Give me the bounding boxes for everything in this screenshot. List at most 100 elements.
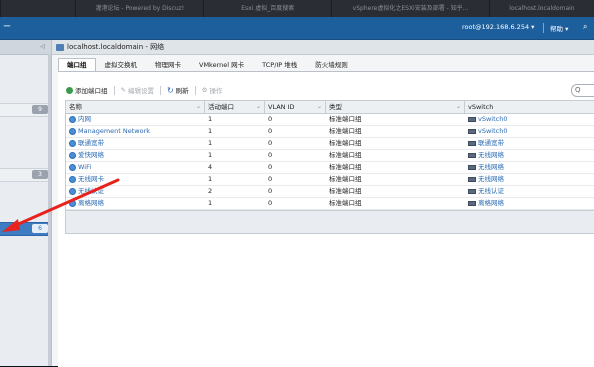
port-group-icon (69, 200, 76, 207)
port-group-link[interactable]: 内网 (78, 114, 91, 125)
vswitch-link[interactable]: vSwitch0 (478, 114, 507, 125)
cell-vswitch: vSwitch0 (465, 114, 594, 125)
cell-vlan-id: 0 (268, 187, 273, 195)
column-header-vswitch[interactable]: vSwitch (465, 101, 594, 113)
cell-type: 标准端口组 (329, 199, 362, 207)
main-panel: localhost.localdomain - 网络 端口组 虚拟交换机 物理网… (52, 40, 594, 367)
toolbar: 添加端口组 ✎ 编辑设置 ↻ 刷新 ⚙ 操作 (66, 84, 222, 96)
vswitch-link[interactable]: 无线网络 (478, 150, 504, 161)
cell-active-ports: 1 (208, 151, 213, 159)
tab-firewall-rules[interactable]: 防火墙规则 (306, 58, 357, 71)
cell-vswitch: 联通宽带 (465, 138, 594, 149)
count-badge: 6 (32, 224, 48, 233)
add-port-group-button[interactable]: 添加端口组 (66, 85, 108, 95)
cell-vswitch: 无线网络 (465, 150, 594, 161)
toolbar-divider (113, 85, 115, 95)
cell-name: 无线认证 (66, 186, 205, 197)
tab-port-groups[interactable]: 端口组 (58, 58, 96, 71)
cell-vlan-id: 0 (268, 127, 273, 135)
tab-vmkernel-nics[interactable]: VMkernel 网卡 (190, 58, 253, 71)
table-row[interactable]: 无线认证 2 0 标准端口组 无线认证 (66, 186, 594, 198)
user-menu[interactable]: root@192.168.6.254 ▾ (462, 23, 534, 31)
table-row[interactable]: 爱快网络 1 0 标准端口组 无线网络 (66, 150, 594, 162)
browser-tab-strip: 灌港论坛 - Powered by Discuz! Esxi 虚拟_百度搜索 v… (0, 0, 594, 17)
vswitch-link[interactable]: 联通宽带 (478, 138, 504, 149)
vswitch-link[interactable]: 离格网络 (478, 198, 504, 209)
search-icon[interactable]: ⌕ (583, 22, 587, 32)
toolbar-divider (194, 85, 196, 95)
table-row[interactable]: 内网 1 0 标准端口组 vSwitch0 (66, 114, 594, 126)
toolbar-divider (159, 85, 161, 95)
column-header-type[interactable]: 类型 ⌄ (326, 101, 465, 113)
cell-type: 标准端口组 (329, 187, 362, 195)
navigator-header: ◁ (0, 40, 51, 55)
port-group-table: 名称 ⌄ 活动端口 ⌄ VLAN ID ⌄ 类型 ⌄ vSwitch 内网 1 0 标准端口组… (65, 100, 594, 234)
vswitch-link[interactable]: 无线网络 (478, 162, 504, 173)
navigator-item-networking[interactable]: 6 (0, 222, 51, 236)
vswitch-icon (468, 117, 476, 122)
header-divider (543, 23, 544, 33)
refresh-button[interactable]: ↻ 刷新 (167, 85, 189, 96)
navigator-item[interactable]: 9 (0, 103, 51, 117)
browser-tab[interactable]: 灌港论坛 - Powered by Discuz! (75, 0, 203, 17)
vswitch-link[interactable]: vSwitch0 (478, 126, 507, 137)
port-group-icon (69, 116, 76, 123)
tab-physical-nics[interactable]: 物理网卡 (146, 58, 190, 71)
chevron-down-icon: ⌄ (255, 103, 261, 110)
count-badge: 3 (32, 170, 48, 179)
vswitch-icon (468, 201, 476, 206)
panel-title-bar: localhost.localdomain - 网络 (52, 40, 594, 55)
tab-bar: 端口组 虚拟交换机 物理网卡 VMkernel 网卡 TCP/IP 堆栈 防火墙… (58, 58, 357, 71)
port-group-link[interactable]: WiFi (78, 162, 91, 173)
browser-tab[interactable]: Esxi 虚拟_百度搜索 (203, 0, 331, 17)
actions-button[interactable]: ⚙ 操作 (202, 85, 223, 95)
cell-vswitch: 无线认证 (465, 186, 594, 197)
navigator-item[interactable]: 3 (0, 168, 51, 182)
add-icon (66, 86, 73, 94)
port-group-link[interactable]: 无线网卡 (78, 174, 104, 185)
column-header-vlan-id[interactable]: VLAN ID ⌄ (265, 101, 326, 113)
vswitch-link[interactable]: 无线认证 (478, 186, 504, 197)
port-group-link[interactable]: 爱快网络 (78, 150, 104, 161)
column-header-active-ports[interactable]: 活动端口 ⌄ (205, 101, 265, 113)
cell-type: 标准端口组 (329, 163, 362, 171)
browser-tab[interactable]: localhost.localdomain (488, 0, 594, 17)
port-group-link[interactable]: Management Network (78, 126, 150, 137)
cell-name: 爱快网络 (66, 150, 205, 161)
port-group-link[interactable]: 无线认证 (78, 186, 104, 197)
vswitch-link[interactable]: 无线网络 (478, 174, 504, 185)
table-row[interactable]: 无线网卡 1 0 标准端口组 无线网络 (66, 174, 594, 186)
vswitch-icon (468, 165, 476, 170)
port-group-icon (69, 152, 76, 159)
cell-type: 标准端口组 (329, 175, 362, 183)
app-header: ー root@192.168.6.254 ▾ 帮助 ▾ ⌕ (0, 17, 594, 40)
browser-tab[interactable] (0, 0, 75, 17)
vswitch-icon (468, 177, 476, 182)
table-row[interactable]: Management Network 1 0 标准端口组 vSwitch0 (66, 126, 594, 138)
edit-settings-button[interactable]: ✎ 编辑设置 (121, 85, 154, 95)
vswitch-icon (468, 189, 476, 194)
browser-tab[interactable]: vSphere虚拟化之ESXi安装及部署 - 知乎... (331, 0, 489, 17)
cell-vlan-id: 0 (268, 175, 273, 183)
port-group-link[interactable]: 离格网络 (78, 198, 104, 209)
cell-vlan-id: 0 (268, 151, 273, 159)
host-icon (56, 43, 64, 51)
search-input[interactable]: Q (571, 84, 594, 97)
port-group-link[interactable]: 联通宽带 (78, 138, 104, 149)
tab-virtual-switches[interactable]: 虚拟交换机 (96, 58, 147, 71)
navigator-panel: ◁ 9 3 6 (0, 40, 52, 366)
port-group-icon (69, 128, 76, 135)
navigator-scrollbar[interactable] (48, 54, 51, 366)
app-logo: ー (3, 22, 11, 31)
collapse-icon[interactable]: ◁ (40, 43, 45, 50)
page-title: localhost.localdomain - 网络 (67, 43, 165, 51)
tab-tcpip-stacks[interactable]: TCP/IP 堆栈 (253, 58, 306, 71)
table-row[interactable]: 联通宽带 1 0 标准端口组 联通宽带 (66, 138, 594, 150)
help-menu[interactable]: 帮助 ▾ (550, 23, 568, 33)
actions-label: 操作 (209, 87, 223, 95)
chevron-down-icon: ⌄ (316, 103, 322, 110)
column-header-name[interactable]: 名称 ⌄ (66, 101, 205, 113)
table-row[interactable]: WiFi 4 0 标准端口组 无线网络 (66, 162, 594, 174)
vswitch-icon (468, 129, 476, 134)
table-row[interactable]: 离格网络 1 0 标准端口组 离格网络 (66, 198, 594, 210)
